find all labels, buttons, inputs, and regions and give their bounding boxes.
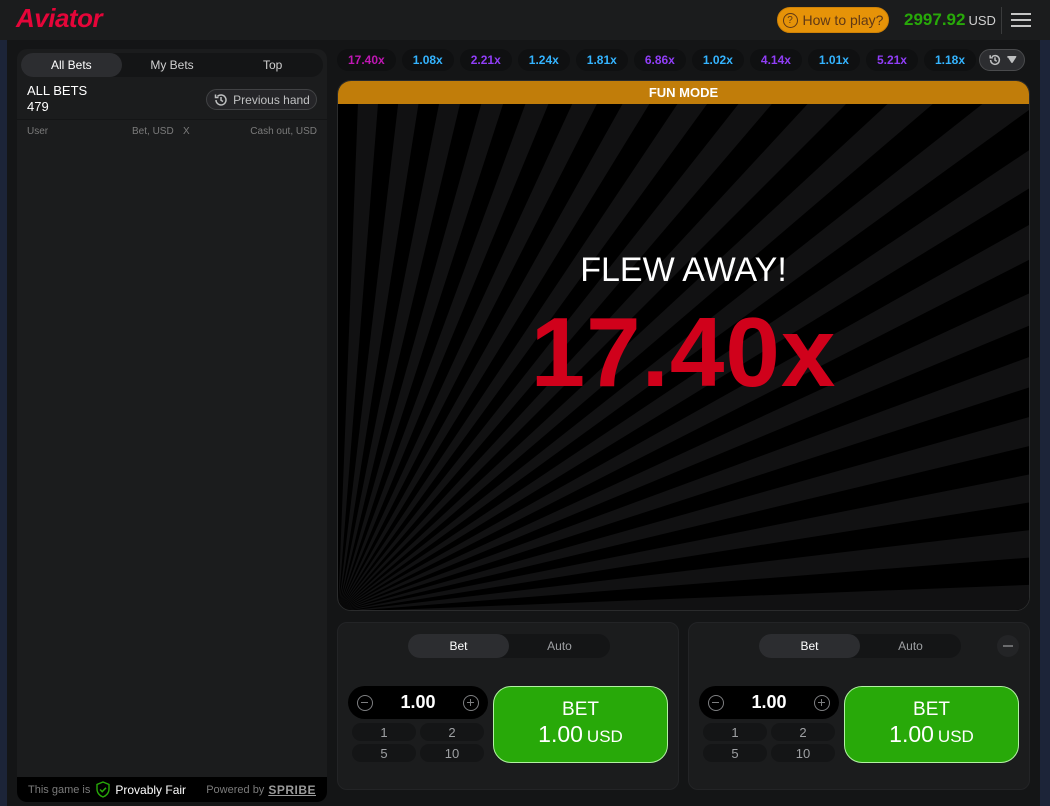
column-x: X xyxy=(183,126,190,137)
tab-bet[interactable]: Bet xyxy=(759,634,860,658)
quick-amount-5[interactable]: 5 xyxy=(703,744,767,762)
column-user: User xyxy=(27,126,49,137)
bet-button-label: BET xyxy=(562,699,599,720)
column-cashout: Cash out, USD xyxy=(250,126,317,137)
header: Aviator ? How to play? 2997.92 USD xyxy=(0,0,1050,40)
provably-fair-footer: This game is Provably Fair Powered by SP… xyxy=(17,777,327,802)
bet-panel-1: Bet Auto 1.00 1 2 5 10 BET 1.00 USD xyxy=(337,622,679,790)
decrease-icon[interactable] xyxy=(357,694,373,711)
history-multiplier[interactable]: 1.08x xyxy=(401,49,454,71)
decrease-icon[interactable] xyxy=(708,694,724,711)
shield-check-icon xyxy=(96,781,111,798)
tab-my-bets[interactable]: My Bets xyxy=(122,53,223,77)
bet-button-amount: 1.00 xyxy=(538,721,583,747)
bets-tabs: All Bets My Bets Top xyxy=(21,53,323,77)
tab-all-bets[interactable]: All Bets xyxy=(21,53,122,77)
history-multiplier[interactable]: 1.02x xyxy=(691,49,744,71)
quick-amount-10[interactable]: 10 xyxy=(420,744,484,762)
bet-amount-stepper: 1.00 xyxy=(348,686,488,719)
increase-icon[interactable] xyxy=(462,694,479,711)
bet-amount-input[interactable]: 1.00 xyxy=(400,692,435,713)
flew-away-label: FLEW AWAY! xyxy=(580,251,787,289)
provably-fair-link[interactable]: Provably Fair xyxy=(115,783,186,797)
quick-amount-1[interactable]: 1 xyxy=(703,723,767,741)
history-dropdown-button[interactable] xyxy=(979,49,1025,71)
history-multiplier[interactable]: 2.21x xyxy=(459,49,512,71)
bets-panel: All Bets My Bets Top ALL BETS 479 Previo… xyxy=(17,49,327,802)
tab-auto[interactable]: Auto xyxy=(860,634,961,658)
history-multiplier[interactable]: 5.21x xyxy=(865,49,918,71)
crash-multiplier: 17.40x xyxy=(530,297,837,407)
all-bets-count: 479 xyxy=(27,99,49,114)
quick-amount-2[interactable]: 2 xyxy=(771,723,835,741)
balance-amount: 2997.92 xyxy=(904,10,966,29)
footer-prefix: This game is xyxy=(28,783,91,796)
quick-amount-5[interactable]: 5 xyxy=(352,744,416,762)
bet-amount-input[interactable]: 1.00 xyxy=(751,692,786,713)
all-bets-title: ALL BETS xyxy=(27,83,88,98)
history-multiplier[interactable]: 17.40x xyxy=(337,49,396,71)
previous-hand-label: Previous hand xyxy=(233,92,310,107)
history-multiplier[interactable]: 6.86x xyxy=(633,49,686,71)
spribe-logo[interactable]: SPRIBE xyxy=(268,783,316,797)
all-bets-summary: ALL BETS 479 xyxy=(27,83,87,115)
multiplier-history: 17.40x 1.08x 2.21x 1.24x 1.81x 6.86x 1.02x 4.14… xyxy=(337,49,977,71)
previous-hand-button[interactable]: Previous hand xyxy=(206,89,317,110)
bet-mode-tabs: Bet Auto xyxy=(759,634,961,658)
minus-icon xyxy=(1003,645,1013,647)
history-icon xyxy=(988,54,1000,66)
fun-mode-banner: FUN MODE xyxy=(338,81,1029,104)
tab-auto[interactable]: Auto xyxy=(509,634,610,658)
history-icon xyxy=(214,93,227,106)
how-to-play-button[interactable]: ? How to play? xyxy=(777,7,889,33)
history-multiplier[interactable]: 1.81x xyxy=(575,49,628,71)
quick-amount-2[interactable]: 2 xyxy=(420,723,484,741)
bet-button-amount: 1.00 xyxy=(889,721,934,747)
bet-mode-tabs: Bet Auto xyxy=(408,634,610,658)
bet-button-currency: USD xyxy=(586,727,623,746)
bet-button[interactable]: BET 1.00 USD xyxy=(844,686,1019,763)
bet-button-currency: USD xyxy=(937,727,974,746)
history-multiplier[interactable]: 4.14x xyxy=(749,49,802,71)
how-to-play-label: How to play? xyxy=(802,12,884,28)
history-multiplier[interactable]: 1.18x xyxy=(923,49,977,71)
bet-amount-stepper: 1.00 xyxy=(699,686,839,719)
tab-bet[interactable]: Bet xyxy=(408,634,509,658)
bet-button[interactable]: BET 1.00 USD xyxy=(493,686,668,763)
quick-amount-10[interactable]: 10 xyxy=(771,744,835,762)
quick-amount-1[interactable]: 1 xyxy=(352,723,416,741)
balance-currency: USD xyxy=(968,13,996,28)
tab-top[interactable]: Top xyxy=(222,53,323,77)
history-multiplier[interactable]: 1.24x xyxy=(517,49,570,71)
increase-icon[interactable] xyxy=(813,694,830,711)
caret-down-icon xyxy=(1006,56,1016,64)
header-divider xyxy=(1001,7,1002,34)
powered-by-label: Powered by xyxy=(206,783,265,796)
bet-panel-2: Bet Auto 1.00 1 2 5 10 BET 1.00 USD xyxy=(688,622,1030,790)
history-multiplier[interactable]: 1.01x xyxy=(807,49,860,71)
bet-button-label: BET xyxy=(913,699,950,720)
columns-divider xyxy=(17,119,327,120)
hamburger-menu-icon[interactable] xyxy=(1011,13,1031,27)
game-area: FUN MODE FLEW AWAY! 17.40x xyxy=(337,80,1030,611)
question-icon: ? xyxy=(782,12,798,28)
column-bet: Bet, USD xyxy=(132,126,174,137)
remove-panel-button[interactable] xyxy=(997,635,1019,657)
balance: 2997.92 USD xyxy=(904,10,996,30)
aviator-logo: Aviator xyxy=(16,3,103,33)
